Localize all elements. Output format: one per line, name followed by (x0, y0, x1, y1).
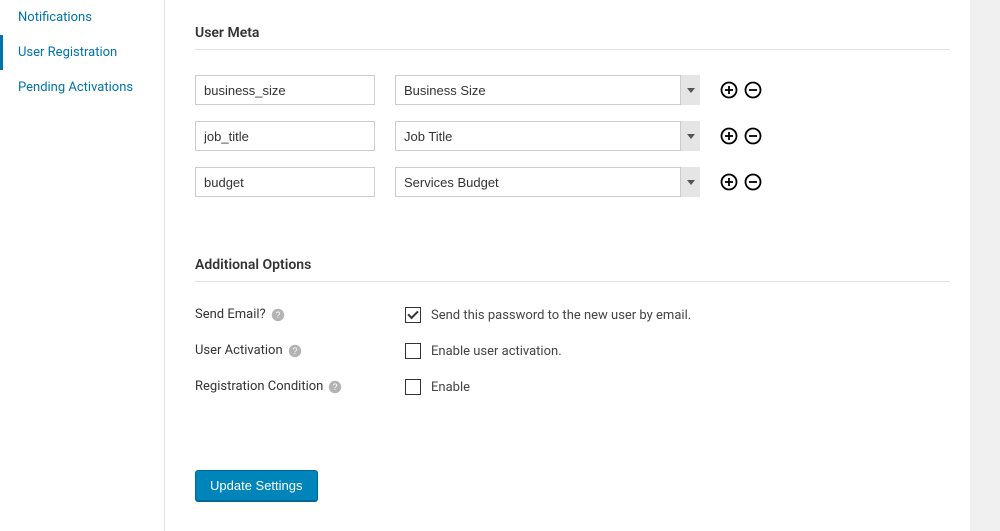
user-activation-checkbox[interactable] (405, 343, 421, 359)
checkbox-label: Enable (431, 380, 470, 395)
meta-key-input[interactable] (195, 167, 375, 197)
divider (195, 281, 950, 282)
meta-key-input[interactable] (195, 121, 375, 151)
meta-field-select[interactable] (395, 75, 700, 105)
sidebar-item-pending-activations[interactable]: Pending Activations (0, 70, 164, 105)
help-icon[interactable]: ? (328, 380, 342, 394)
option-label: Registration Condition ? (195, 379, 405, 394)
add-row-icon[interactable] (720, 81, 738, 99)
add-row-icon[interactable] (720, 173, 738, 191)
add-row-icon[interactable] (720, 127, 738, 145)
label-text: Registration Condition (195, 379, 323, 394)
checkbox-label: Enable user activation. (431, 344, 562, 359)
svg-text:?: ? (292, 346, 297, 356)
meta-key-input[interactable] (195, 75, 375, 105)
row-actions (720, 173, 762, 191)
remove-row-icon[interactable] (744, 81, 762, 99)
section-title-additional: Additional Options (195, 257, 950, 273)
remove-row-icon[interactable] (744, 127, 762, 145)
meta-field-select-wrap (395, 167, 700, 197)
option-label: Send Email? ? (195, 307, 405, 322)
meta-row (195, 121, 950, 151)
svg-text:?: ? (333, 382, 338, 392)
option-control: Enable (405, 379, 470, 395)
send-email-checkbox[interactable] (405, 307, 421, 323)
section-title-user-meta: User Meta (195, 25, 950, 41)
option-label: User Activation ? (195, 343, 405, 358)
option-row-user-activation: User Activation ? Enable user activation… (195, 343, 950, 359)
remove-row-icon[interactable] (744, 173, 762, 191)
svg-text:?: ? (275, 310, 280, 320)
sidebar-item-notifications[interactable]: Notifications (0, 0, 164, 35)
option-row-registration-condition: Registration Condition ? Enable (195, 379, 950, 395)
update-settings-button[interactable]: Update Settings (195, 470, 318, 501)
divider (195, 49, 950, 50)
label-text: Send Email? (195, 307, 266, 322)
row-actions (720, 81, 762, 99)
help-icon[interactable]: ? (271, 308, 285, 322)
sidebar-item-user-registration[interactable]: User Registration (0, 35, 164, 70)
meta-row (195, 167, 950, 197)
checkbox-label: Send this password to the new user by em… (431, 308, 691, 323)
label-text: User Activation (195, 343, 283, 358)
meta-field-select[interactable] (395, 167, 700, 197)
meta-field-select-wrap (395, 75, 700, 105)
main-panel: User Meta (165, 0, 970, 531)
help-icon[interactable]: ? (288, 344, 302, 358)
registration-condition-checkbox[interactable] (405, 379, 421, 395)
sidebar: Notifications User Registration Pending … (0, 0, 165, 531)
meta-field-select-wrap (395, 121, 700, 151)
option-control: Enable user activation. (405, 343, 562, 359)
meta-field-select[interactable] (395, 121, 700, 151)
option-control: Send this password to the new user by em… (405, 307, 691, 323)
row-actions (720, 127, 762, 145)
option-row-send-email: Send Email? ? Send this password to the … (195, 307, 950, 323)
meta-row (195, 75, 950, 105)
